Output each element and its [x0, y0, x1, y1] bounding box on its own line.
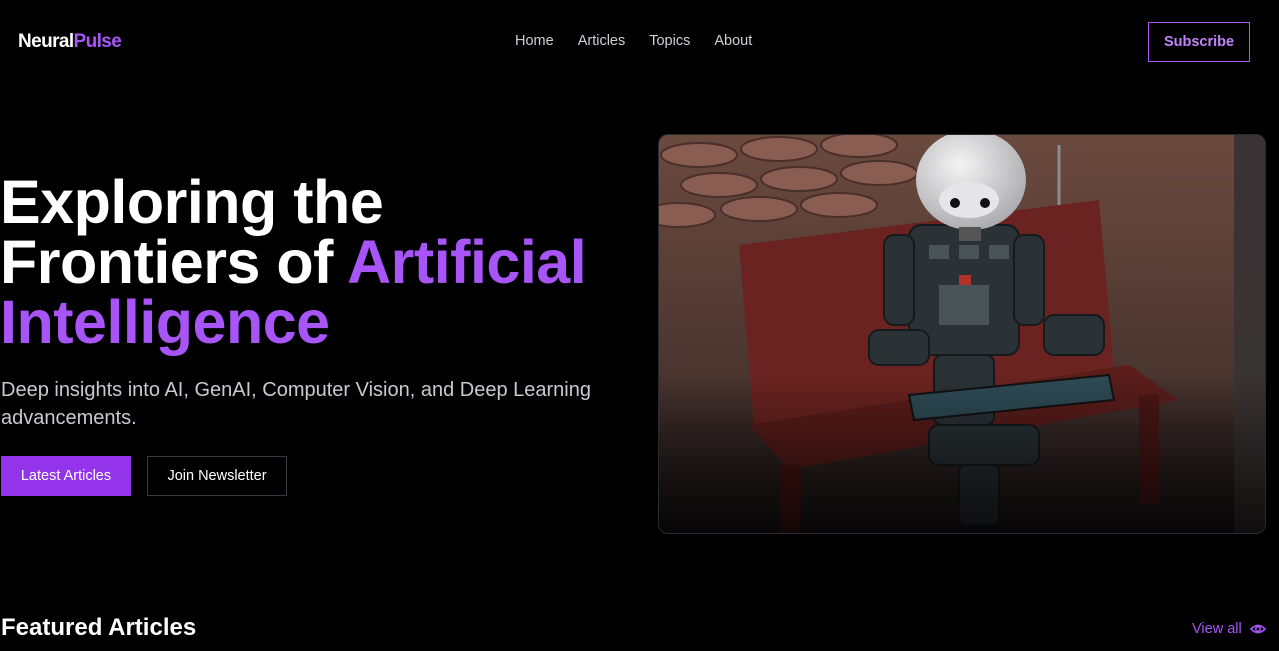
- latest-articles-button[interactable]: Latest Articles: [1, 456, 131, 496]
- main-nav: Home Articles Topics About: [515, 33, 776, 49]
- hero-subtitle: Deep insights into AI, GenAI, Computer V…: [1, 379, 591, 429]
- nav-item-home[interactable]: Home: [515, 33, 554, 49]
- site-logo[interactable]: NeuralPulse: [18, 31, 122, 53]
- hero-title-line1: Exploring the: [0, 168, 384, 236]
- hero-title-line2a: Frontiers of: [0, 228, 348, 296]
- hero-title: Exploring the Frontiers of Artificial In…: [0, 172, 640, 353]
- nav-item-about[interactable]: About: [714, 33, 752, 49]
- featured-articles-heading: Featured Articles: [1, 614, 197, 641]
- hero-image: [658, 134, 1266, 534]
- view-all-link[interactable]: View all: [1192, 621, 1266, 637]
- robot-on-bench-photo: [659, 135, 1265, 533]
- page: NeuralPulse Home Articles Topics About S…: [0, 0, 1279, 651]
- nav-item-topics[interactable]: Topics: [649, 33, 690, 49]
- logo-text-pulse: Pulse: [73, 31, 122, 52]
- join-newsletter-button[interactable]: Join Newsletter: [147, 456, 287, 496]
- logo-text-neural: Neural: [18, 31, 74, 52]
- hero-title-line3: Intelligence: [0, 288, 330, 356]
- hero-title-line2b: Artificial: [347, 228, 587, 296]
- nav-item-articles[interactable]: Articles: [578, 33, 626, 49]
- view-all-label: View all: [1192, 621, 1242, 637]
- subscribe-button[interactable]: Subscribe: [1148, 22, 1250, 62]
- eye-icon: [1249, 624, 1266, 634]
